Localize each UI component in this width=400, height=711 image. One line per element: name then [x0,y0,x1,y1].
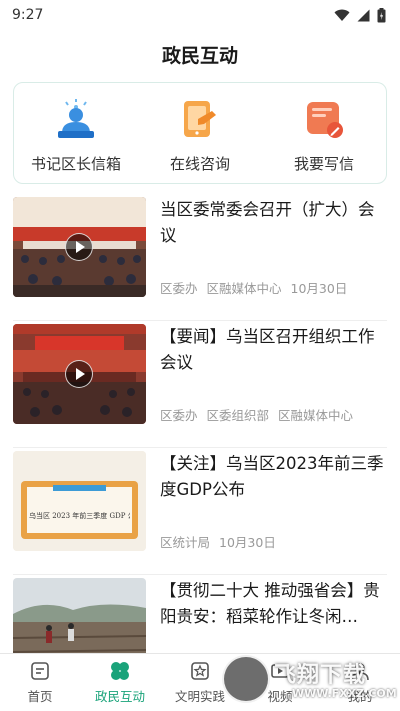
home-icon [31,662,49,680]
nav-civilization[interactable]: 文明实践 [160,654,240,711]
bottom-nav: 首页 政民互动 文明实践 视频 我的 [0,653,400,711]
nav-label: 首页 [27,689,53,704]
news-item[interactable]: 当区委常委会召开（扩大）会议 区委办 区融媒体中心 10月30日 [13,194,387,321]
service-officials-mailbox[interactable]: 书记区长信箱 [21,97,131,174]
service-label: 我要写信 [293,154,354,173]
news-title: 【要闻】乌当区召开组织工作会议 [160,327,375,372]
news-source: 区委办 [160,281,198,296]
news-source: 区委办 [160,408,198,423]
status-time: 9:27 [12,7,44,23]
news-text: 【关注】乌当区2023年前三季度GDP公布 区统计局 10月30日 [146,451,387,551]
news-source: 区统计局 [160,535,211,550]
nav-home[interactable]: 首页 [0,654,80,711]
nav-video[interactable]: 视频 [240,654,320,711]
news-list: 当区委常委会召开（扩大）会议 区委办 区融媒体中心 10月30日 【要闻】乌当区… [0,194,400,702]
wifi-icon [334,9,350,21]
service-label: 在线咨询 [169,154,230,173]
service-card: 书记区长信箱 在线咨询 我要写信 [13,82,387,184]
page-title: 政民互动 [161,44,238,67]
news-text: 【要闻】乌当区召开组织工作会议 区委办 区委组织部 区融媒体中心 [146,324,387,424]
thumbnail-caption: 乌当区 2023 年前三季度 GDP 公布 [29,512,130,520]
nav-profile[interactable]: 我的 [320,654,400,711]
news-source: 区委组织部 [206,408,270,423]
nav-label: 文明实践 [174,689,225,704]
news-source: 区融媒体中心 [206,281,282,296]
news-meta: 区统计局 10月30日 [160,532,387,551]
nav-label: 视频 [267,689,293,704]
star-badge-icon [191,662,209,680]
news-title: 【贯彻二十大 推动强省会】贵阳贵安：稻菜轮作让冬闲… [160,581,380,626]
battery-icon [377,7,386,22]
clover-icon [111,662,129,680]
news-date: 10月30日 [219,535,276,550]
page-header: 政民互动 [0,30,400,78]
service-online-consult[interactable]: 在线咨询 [145,97,255,174]
news-thumbnail [13,324,146,424]
signal-icon [357,9,370,21]
status-icons [334,7,386,23]
status-bar: 9:27 [0,0,400,30]
news-meta: 区委办 区委组织部 区融媒体中心 [160,405,387,424]
service-write-letter[interactable]: 我要写信 [269,97,379,174]
video-icon [271,664,289,678]
user-icon [351,663,369,681]
news-meta: 区委办 区融媒体中心 10月30日 [160,278,387,297]
news-title: 当区委常委会召开（扩大）会议 [160,200,375,245]
news-title: 【关注】乌当区2023年前三季度GDP公布 [160,454,384,499]
officials-mailbox-icon [58,98,94,138]
news-text: 当区委常委会召开（扩大）会议 区委办 区融媒体中心 10月30日 [146,197,387,297]
news-item[interactable]: 乌当区 2023 年前三季度 GDP 公布 【关注】乌当区2023年前三季度GD… [13,448,387,575]
news-date: 10月30日 [290,281,348,296]
news-item[interactable]: 【要闻】乌当区召开组织工作会议 区委办 区委组织部 区融媒体中心 [13,321,387,448]
service-label: 书记区长信箱 [30,154,121,173]
write-letter-icon [307,101,343,138]
news-thumbnail [13,197,146,297]
play-icon [65,233,93,261]
nav-label: 政民互动 [94,689,145,704]
news-thumbnail: 乌当区 2023 年前三季度 GDP 公布 [13,451,146,551]
play-icon [65,360,93,388]
online-consult-icon [184,100,216,137]
news-source: 区融媒体中心 [278,408,354,423]
nav-interaction[interactable]: 政民互动 [80,654,160,711]
nav-label: 我的 [347,689,373,704]
